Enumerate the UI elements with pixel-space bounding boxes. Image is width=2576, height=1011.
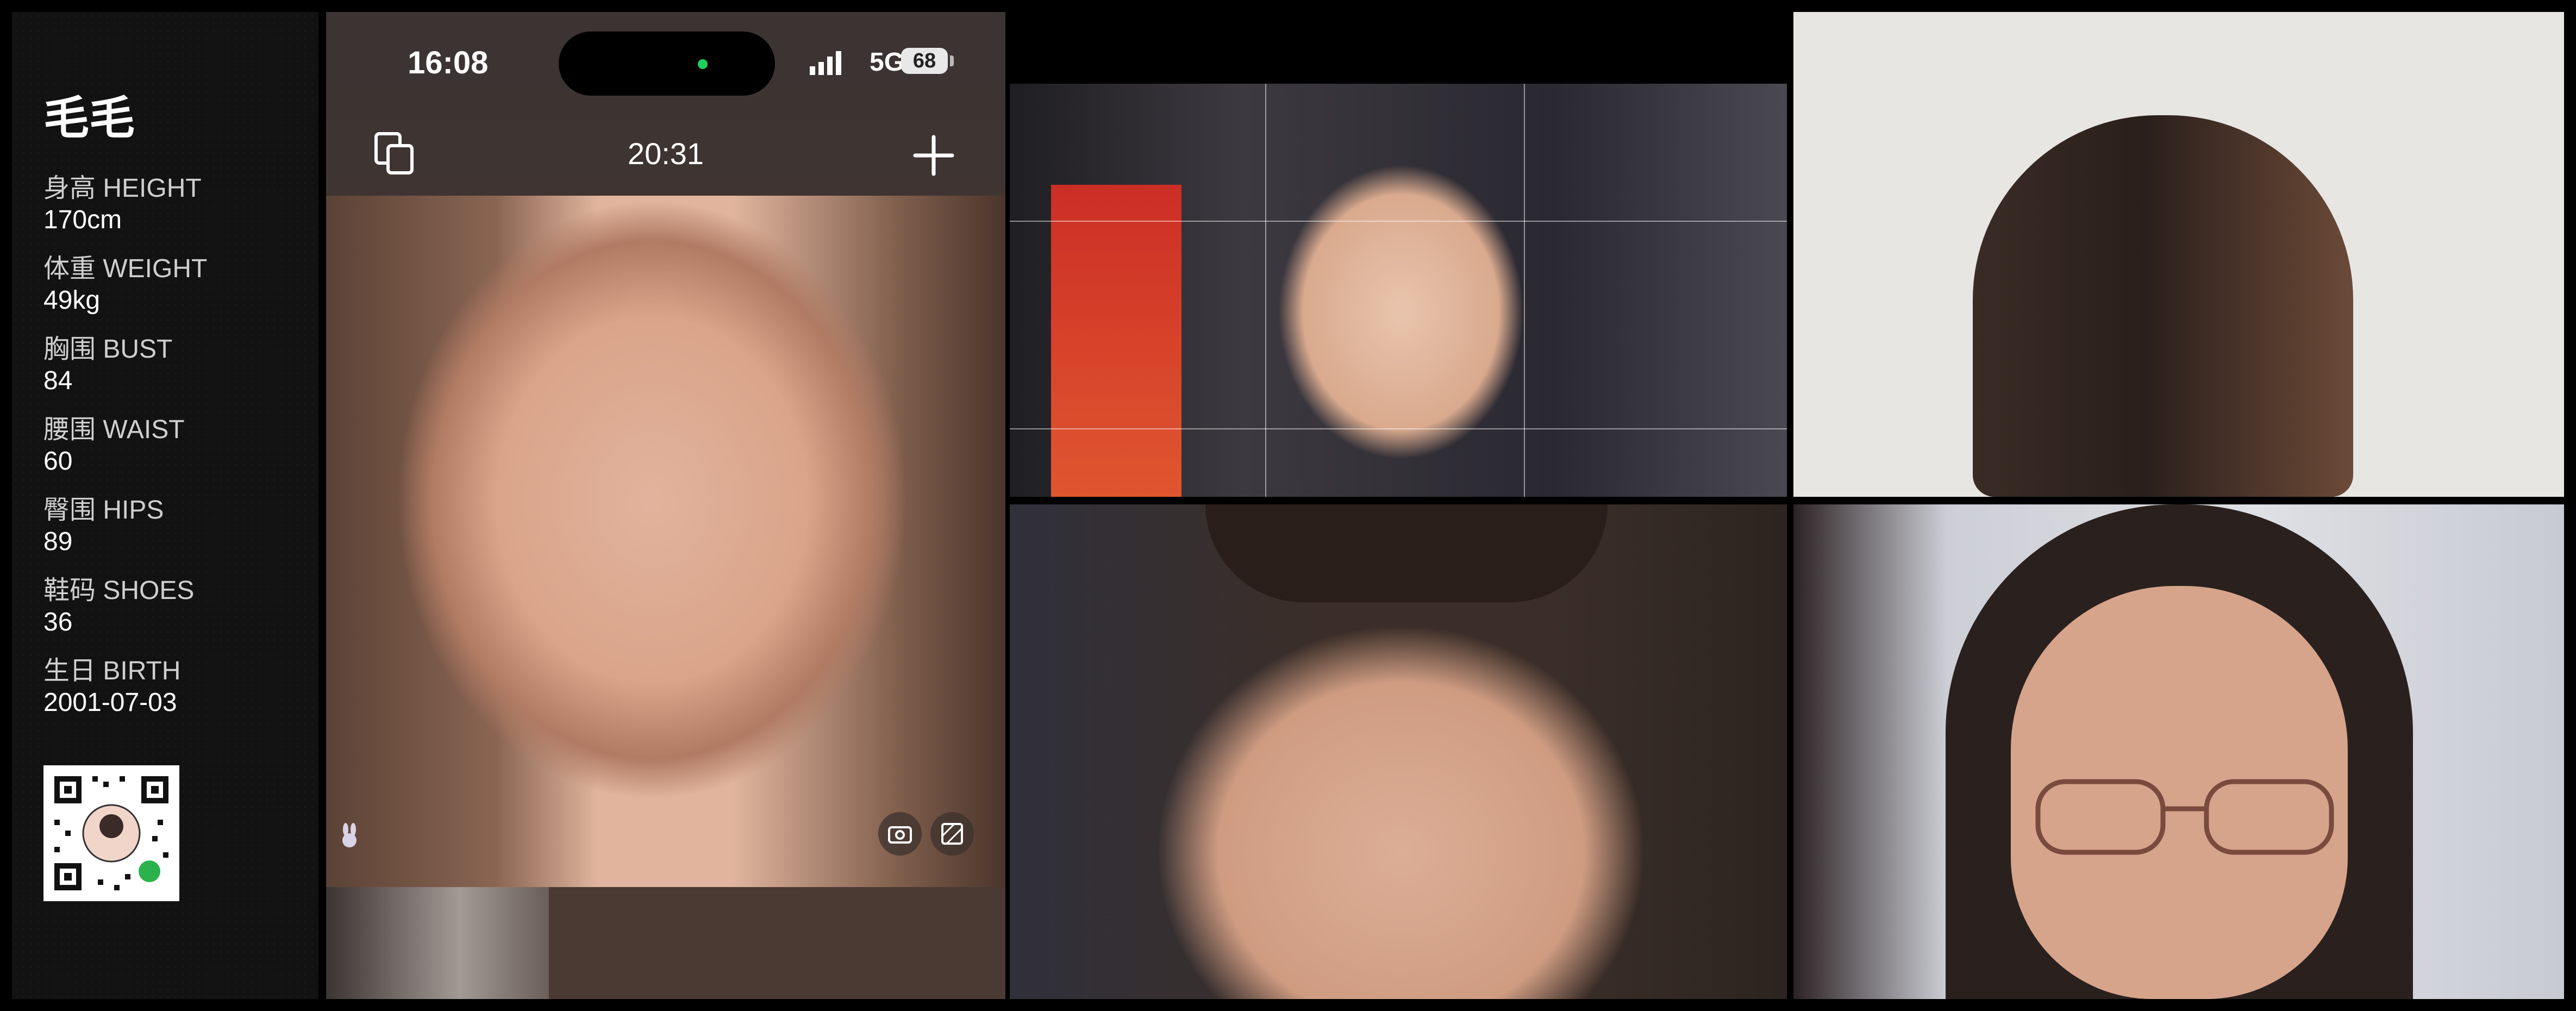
grid-line [1010, 221, 1787, 222]
battery-tip [950, 55, 954, 66]
hair-fringe [1205, 504, 1608, 602]
stat-value: 36 [43, 608, 73, 636]
stat-label: 体重 WEIGHT [43, 254, 208, 283]
battery-icon: 68 [901, 48, 948, 74]
stat-value: 89 [43, 527, 73, 556]
plus-icon[interactable] [913, 135, 954, 176]
stat-shoes: 鞋码 SHOES 36 [43, 575, 304, 638]
stat-value: 2001-07-03 [43, 688, 177, 717]
thumbnail[interactable] [326, 887, 549, 999]
grid-line [1010, 428, 1787, 429]
stat-label: 胸围 BUST [43, 335, 173, 364]
stat-label: 臀围 HIPS [43, 496, 164, 525]
qr-code-icon[interactable] [43, 765, 179, 901]
poster-decor [1051, 185, 1181, 497]
camera-indicator-icon [698, 59, 708, 69]
camera-preview [326, 196, 1005, 887]
photo-tile [1010, 84, 1787, 497]
flip-camera-icon[interactable] [878, 812, 922, 856]
network-label: 5G [870, 48, 905, 77]
stat-label: 鞋码 SHOES [43, 576, 195, 605]
rabbit-icon [342, 823, 357, 847]
stat-value: 49kg [43, 286, 101, 315]
stat-waist: 腰围 WAIST 60 [43, 414, 304, 477]
status-time: 16:08 [408, 45, 489, 80]
hair-back [1973, 115, 2353, 497]
stat-hips: 臀围 HIPS 89 [43, 495, 304, 558]
model-name: 毛毛 [43, 92, 135, 143]
dynamic-island [559, 32, 775, 96]
stat-bust: 胸围 BUST 84 [43, 334, 304, 397]
filter-icon[interactable] [930, 812, 974, 856]
stat-label: 腰围 WAIST [43, 415, 185, 444]
grid-line [1265, 84, 1266, 497]
stat-value: 60 [43, 447, 73, 476]
phone-camera-screen: 16:08 5G 68 20:31 [326, 12, 1005, 999]
stat-value: 170cm [43, 205, 122, 234]
glasses-decor [2035, 779, 2334, 855]
photo-tile [1793, 504, 2564, 999]
stat-label: 身高 HEIGHT [43, 174, 202, 203]
stat-label: 生日 BIRTH [43, 657, 181, 685]
stat-value: 84 [43, 366, 73, 395]
camera-timer: 20:31 [627, 136, 704, 171]
grid-line [1524, 84, 1525, 497]
signal-icon [810, 51, 841, 75]
photo-tile [1793, 12, 2564, 497]
stat-weight: 体重 WEIGHT 49kg [43, 253, 304, 316]
photo-tile [1010, 504, 1787, 999]
stat-birth: 生日 BIRTH 2001-07-03 [43, 656, 304, 719]
stat-height: 身高 HEIGHT 170cm [43, 173, 304, 236]
